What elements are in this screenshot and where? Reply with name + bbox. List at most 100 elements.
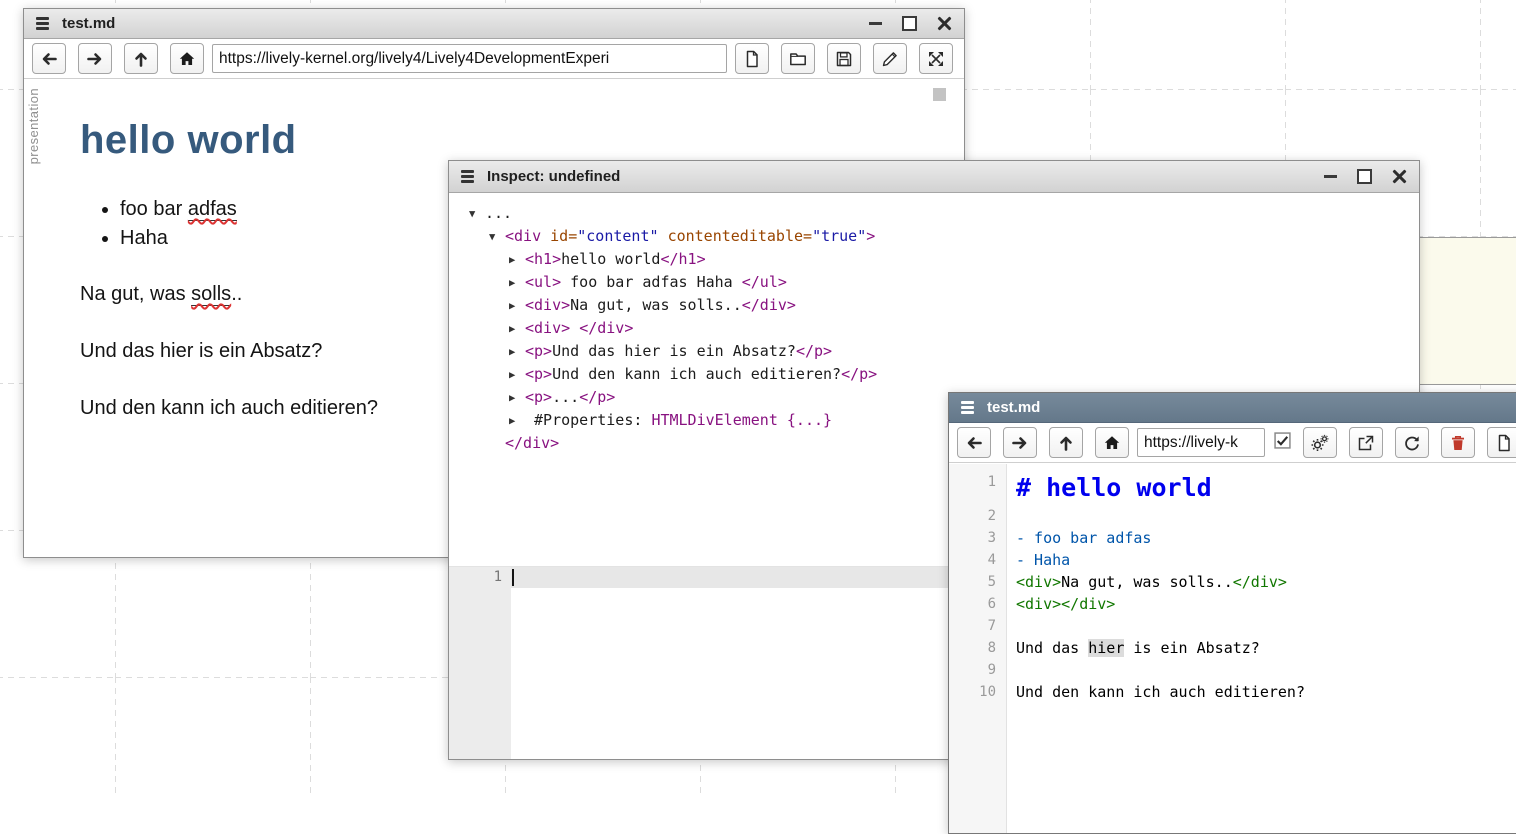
up-arrow-icon [1057, 434, 1075, 452]
checkbox-checked-icon [1274, 432, 1291, 454]
edit-button[interactable] [873, 43, 907, 74]
line-number: 7 [949, 615, 1006, 637]
folder-button[interactable] [781, 43, 815, 74]
tree-node[interactable]: ▶<p>Und das hier is ein Absatz?</p> [469, 340, 1419, 363]
code-token: </p> [796, 342, 832, 360]
back-arrow-button[interactable] [32, 43, 66, 74]
line-number: 9 [949, 659, 1006, 681]
up-arrow-icon [132, 50, 150, 68]
line-number: 8 [949, 637, 1006, 659]
code-token: <div [505, 227, 550, 245]
back-arrow-button[interactable] [957, 427, 991, 458]
expand-triangle-icon[interactable]: ▶ [509, 341, 525, 363]
expand-triangle-icon[interactable]: ▶ [509, 410, 525, 432]
code-token: Na gut, was solls.. [1061, 573, 1233, 591]
minimize-button[interactable] [869, 22, 882, 26]
editor-line[interactable]: 3- foo bar adfas [949, 527, 1516, 549]
code-token: Und das [1016, 639, 1088, 657]
trash-button[interactable] [1441, 427, 1475, 458]
code-token: </div> [579, 319, 633, 337]
maximize-button[interactable] [1357, 169, 1372, 184]
tree-node[interactable]: ▶<h1>hello world</h1> [469, 248, 1419, 271]
code-token: <p> [525, 365, 552, 383]
titlebar[interactable]: Inspect: undefined [449, 161, 1419, 193]
home-button[interactable] [170, 43, 204, 74]
editor-line[interactable]: 4- Haha [949, 549, 1516, 571]
external-link-button[interactable] [1349, 427, 1383, 458]
forward-arrow-button[interactable] [78, 43, 112, 74]
collapse-triangle-icon[interactable]: ▼ [469, 203, 485, 225]
editor-line[interactable]: 7 [949, 615, 1516, 637]
expand-triangle-icon[interactable]: ▶ [509, 387, 525, 409]
collapse-triangle-icon[interactable]: ▼ [489, 226, 505, 248]
line-number: 6 [949, 593, 1006, 615]
close-button[interactable] [1392, 169, 1407, 184]
misspelled-word: solls [191, 283, 231, 306]
folder-icon [789, 50, 807, 68]
editor-line[interactable]: 8Und das hier is ein Absatz? [949, 637, 1516, 659]
editor-line[interactable]: 1# hello world [949, 471, 1516, 505]
editor-line[interactable]: 10 Und den kann ich auch editieren? [949, 681, 1516, 703]
fullscreen-button[interactable] [919, 43, 953, 74]
editor-line[interactable]: 6<div></div> [949, 593, 1516, 615]
code-token: ... [552, 388, 579, 406]
expand-triangle-icon[interactable]: ▶ [509, 272, 525, 294]
code-token: is ein Absatz? [1124, 639, 1259, 657]
code-token: id= [550, 227, 577, 245]
text-run: Und den kann ich auch editieren? [80, 397, 378, 419]
tree-node[interactable]: ▶<div>Na gut, was solls..</div> [469, 294, 1419, 317]
expand-triangle-icon[interactable]: ▶ [509, 318, 525, 340]
line-number: 3 [949, 527, 1006, 549]
expand-triangle-icon[interactable]: ▶ [509, 249, 525, 271]
tree-node[interactable]: ▶<div> </div> [469, 317, 1419, 340]
tree-node[interactable]: ▶<ul> foo bar adfas Haha </ul> [469, 271, 1419, 294]
editor-line[interactable]: 2 [949, 505, 1516, 527]
home-button[interactable] [1095, 427, 1129, 458]
expand-triangle-icon[interactable]: ▶ [509, 364, 525, 386]
code-token [570, 319, 579, 337]
tree-node[interactable]: ▶<p>Und den kann ich auch editieren?</p> [469, 363, 1419, 386]
tree-node[interactable]: ▼... [469, 202, 1419, 225]
new-file-button[interactable] [1487, 427, 1516, 458]
titlebar[interactable]: test.md [949, 393, 1516, 423]
save-button[interactable] [827, 43, 861, 74]
code-token: foo bar adfas Haha [561, 273, 742, 291]
up-arrow-button[interactable] [124, 43, 158, 74]
presentation-label: presentation [26, 88, 41, 164]
url-input[interactable] [1137, 428, 1265, 457]
code-token: </div> [505, 434, 559, 452]
code-token: ... [485, 204, 512, 222]
save-icon [835, 50, 853, 68]
refresh-button[interactable] [1395, 427, 1429, 458]
settings-gears-button[interactable] [1303, 427, 1337, 458]
line-number: 10 [949, 681, 1006, 703]
up-arrow-button[interactable] [1049, 427, 1083, 458]
line-content: # hello world [1006, 471, 1212, 505]
maximize-button[interactable] [902, 16, 917, 31]
editor-line[interactable]: 9 [949, 659, 1516, 681]
window-menu-icon[interactable] [961, 401, 974, 414]
forward-arrow-icon [1011, 434, 1029, 452]
misspelled-word: adfas [188, 198, 237, 221]
titlebar[interactable]: test.md [24, 9, 964, 39]
minimize-button[interactable] [1324, 175, 1337, 179]
editor-line[interactable]: 5<div>Na gut, was solls..</div> [949, 571, 1516, 593]
code-token: Und den kann ich auch editieren? [1016, 683, 1305, 701]
window-menu-icon[interactable] [461, 170, 474, 183]
partial-window[interactable] [1419, 237, 1516, 385]
code-editor[interactable]: 1# hello world23- foo bar adfas4- Haha5<… [949, 464, 1516, 833]
tree-node[interactable]: ▼<div id="content" contenteditable="true… [469, 225, 1419, 248]
checkbox-checked[interactable] [1273, 434, 1291, 452]
expand-triangle-icon[interactable]: ▶ [509, 295, 525, 317]
back-arrow-icon [965, 434, 983, 452]
line-content: - Haha [1006, 549, 1070, 571]
close-button[interactable] [937, 16, 952, 31]
forward-arrow-button[interactable] [1003, 427, 1037, 458]
settings-gears-icon [1311, 434, 1329, 452]
window-menu-icon[interactable] [36, 17, 49, 30]
code-token: <div> [1016, 573, 1061, 591]
scrollbar-thumb[interactable] [933, 88, 946, 101]
new-file-button[interactable] [735, 43, 769, 74]
code-token: contenteditable= [668, 227, 813, 245]
url-input[interactable] [212, 44, 727, 73]
